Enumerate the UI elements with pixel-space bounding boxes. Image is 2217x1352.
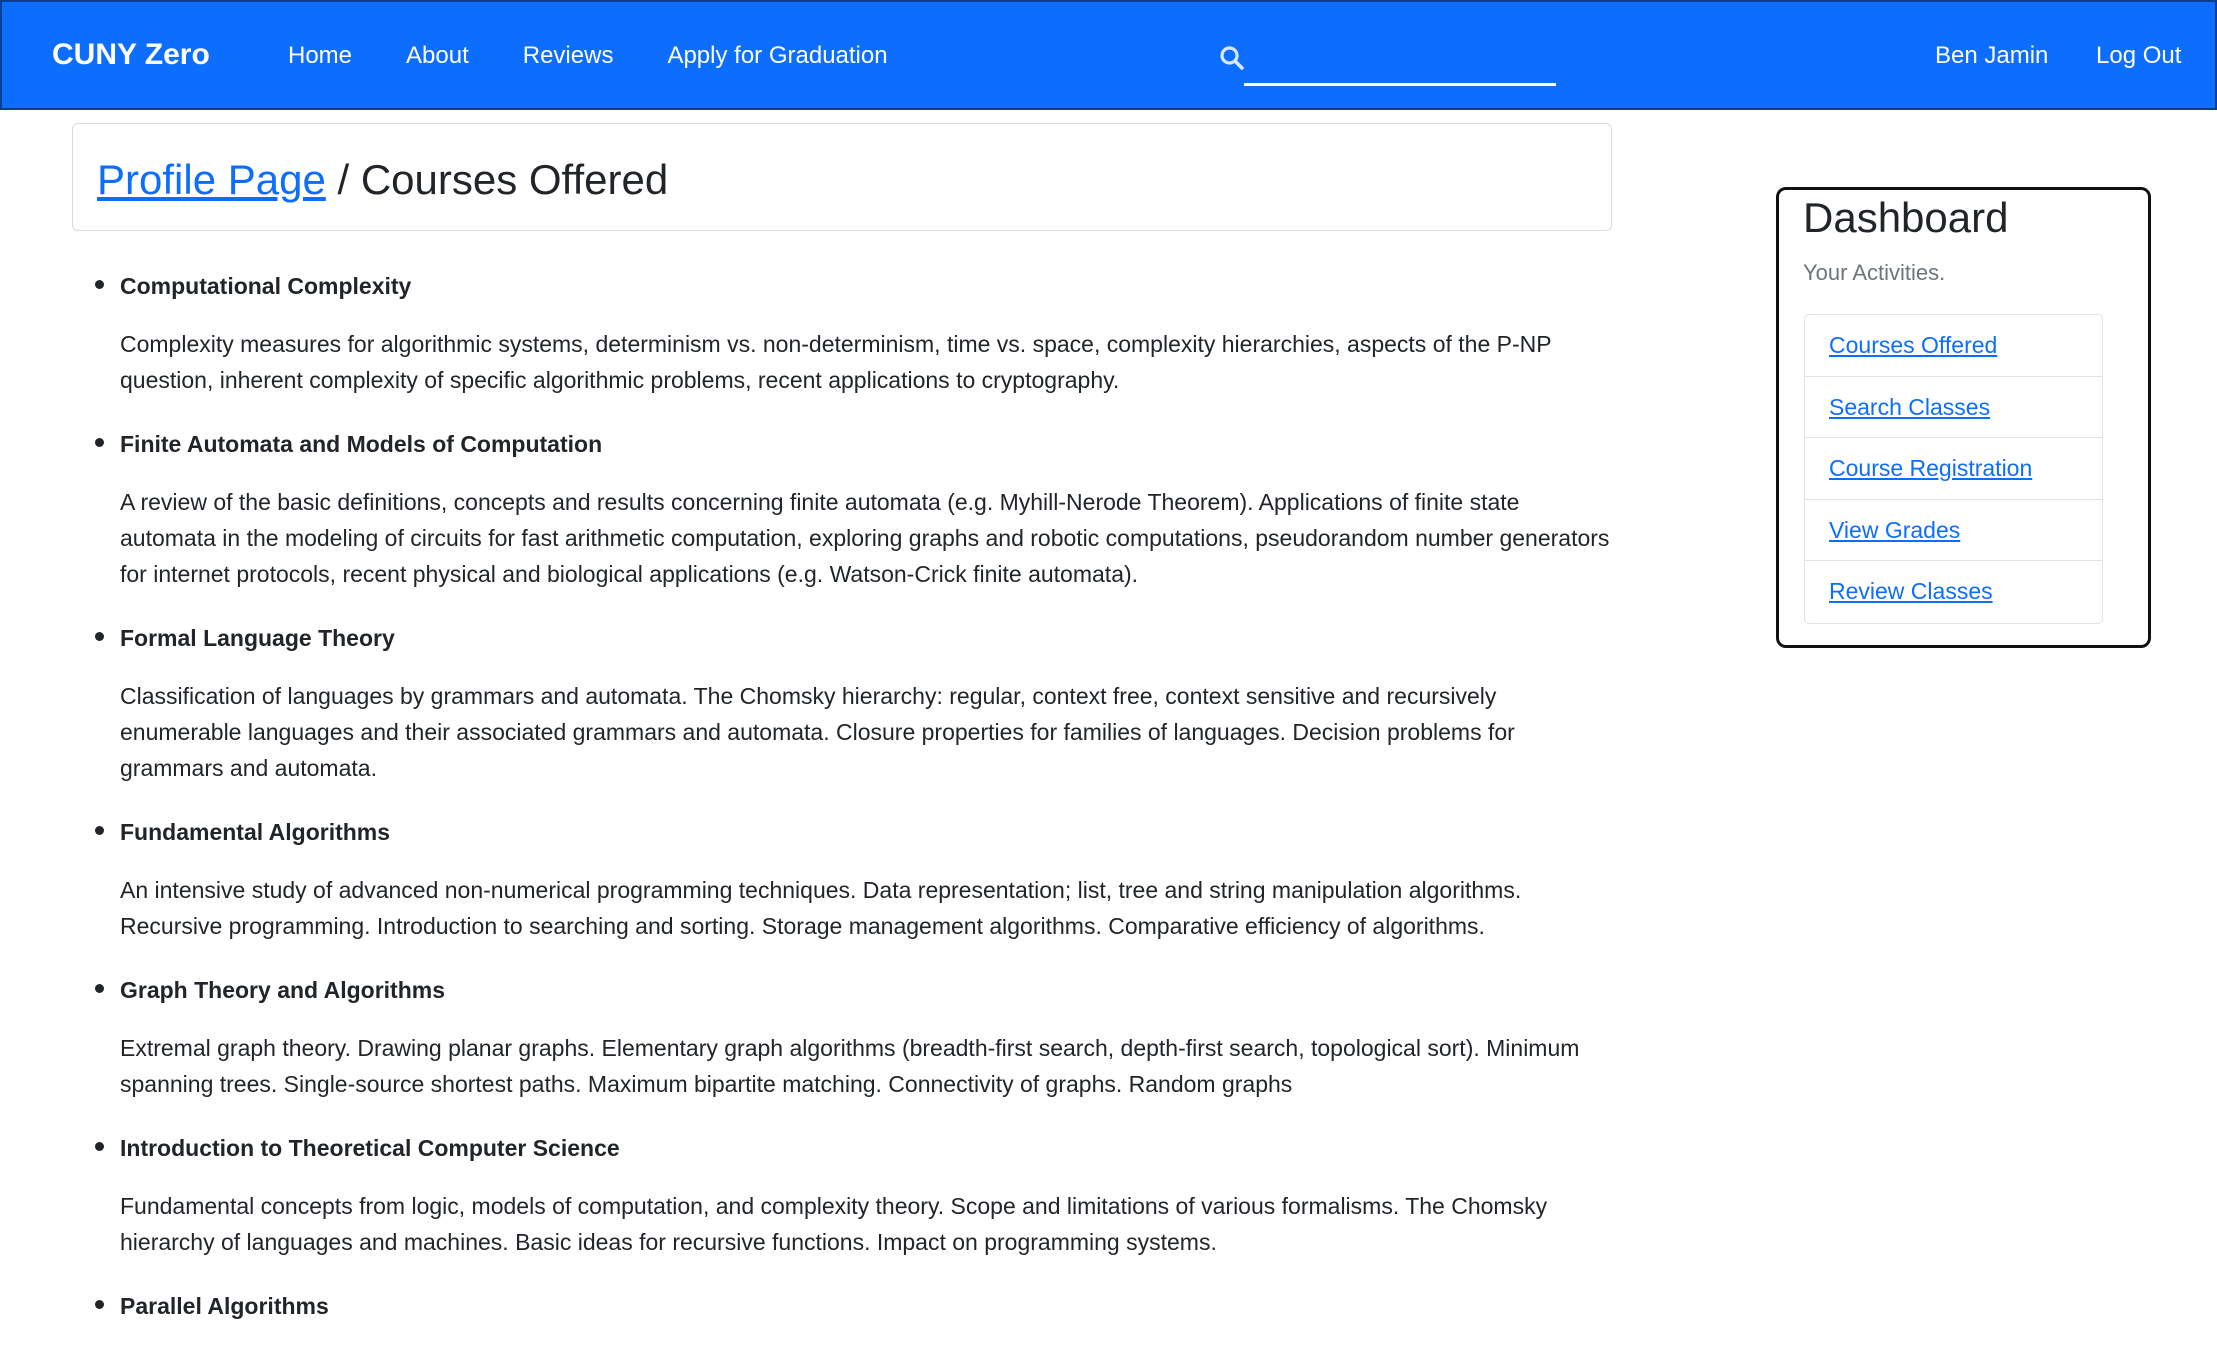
course-title: Finite Automata and Models of Computatio…	[120, 431, 603, 457]
dashboard-item: Review Classes	[1805, 561, 2102, 623]
list-item: Introduction to Theoretical Computer Sci…	[92, 1130, 1612, 1260]
list-item: Formal Language Theory Classification of…	[92, 620, 1612, 786]
breadcrumb-card: Profile Page / Courses Offered	[72, 123, 1612, 231]
dashboard-menu: Courses Offered Search Classes Course Re…	[1804, 314, 2103, 624]
nav-home-link[interactable]: Home	[288, 42, 352, 70]
user-profile-link[interactable]: Ben Jamin	[1935, 42, 2048, 70]
course-title: Fundamental Algorithms	[120, 819, 391, 845]
course-description: Classification of languages by grammars …	[120, 683, 1515, 781]
course-description: Complexity measures for algorithmic syst…	[120, 331, 1552, 393]
dashboard-subtitle: Your Activities.	[1803, 260, 1946, 285]
main-nav: Home About Reviews Apply for Graduation	[288, 42, 888, 70]
course-title: Computational Complexity	[120, 273, 412, 299]
dashboard-item: Search Classes	[1805, 377, 2102, 438]
dashboard-item: View Grades	[1805, 500, 2102, 561]
breadcrumb: Profile Page / Courses Offered	[97, 156, 668, 204]
course-registration-link[interactable]: Course Registration	[1829, 455, 2032, 481]
breadcrumb-profile-link[interactable]: Profile Page	[97, 156, 326, 203]
search-classes-link[interactable]: Search Classes	[1829, 394, 1990, 420]
logout-link[interactable]: Log Out	[2096, 42, 2181, 70]
view-grades-link[interactable]: View Grades	[1829, 517, 1960, 543]
course-description: Fundamental concepts from logic, models …	[120, 1193, 1548, 1255]
course-title: Graph Theory and Algorithms	[120, 977, 446, 1003]
top-navbar: CUNY Zero Home About Reviews Apply for G…	[0, 0, 2217, 110]
list-item: Computational Complexity Complexity meas…	[92, 268, 1612, 398]
dashboard-panel: Dashboard Your Activities. Courses Offer…	[1776, 187, 2151, 648]
course-list: Computational Complexity Complexity meas…	[92, 268, 1612, 1352]
nav-apply-graduation-link[interactable]: Apply for Graduation	[667, 42, 887, 70]
review-classes-link[interactable]: Review Classes	[1829, 578, 1993, 604]
breadcrumb-separator: /	[325, 156, 361, 203]
dashboard-item: Course Registration	[1805, 438, 2102, 500]
course-description: A review of the basic definitions, conce…	[120, 489, 1610, 587]
search-icon[interactable]	[1218, 44, 1246, 72]
search-input[interactable]	[1244, 38, 1556, 86]
course-title: Introduction to Theoretical Computer Sci…	[120, 1135, 620, 1161]
dashboard-title: Dashboard	[1803, 194, 2009, 241]
breadcrumb-current: Courses Offered	[360, 156, 669, 203]
nav-reviews-link[interactable]: Reviews	[523, 42, 614, 70]
list-item: Parallel Algorithms	[92, 1288, 1612, 1324]
course-description: Extremal graph theory. Drawing planar gr…	[120, 1035, 1580, 1097]
course-title: Formal Language Theory	[120, 625, 395, 651]
course-description: An intensive study of advanced non-numer…	[120, 877, 1522, 939]
dashboard-item: Courses Offered	[1805, 315, 2102, 377]
list-item: Fundamental Algorithms An intensive stud…	[92, 814, 1612, 944]
courses-offered-link[interactable]: Courses Offered	[1829, 332, 1997, 358]
nav-about-link[interactable]: About	[406, 42, 469, 70]
brand-logo[interactable]: CUNY Zero	[52, 38, 210, 72]
list-item: Graph Theory and Algorithms Extremal gra…	[92, 972, 1612, 1102]
list-item: Finite Automata and Models of Computatio…	[92, 426, 1612, 592]
course-title: Parallel Algorithms	[120, 1293, 329, 1319]
